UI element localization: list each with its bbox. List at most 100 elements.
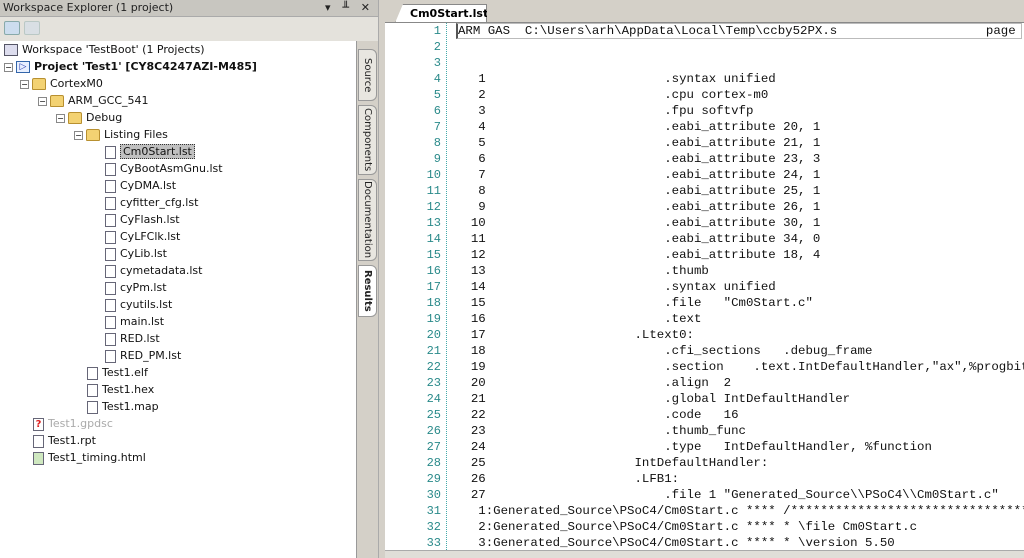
panel-titlebar: Workspace Explorer (1 project) ▾ ╨ ✕ bbox=[0, 0, 378, 17]
panel-splitter[interactable] bbox=[378, 0, 385, 558]
folder-icon bbox=[68, 112, 82, 124]
line-number: 5 bbox=[433, 88, 441, 102]
code-line: 8 .eabi_attribute 25, 1 bbox=[456, 184, 821, 198]
panel-controls[interactable]: ▾ ╨ ✕ bbox=[325, 1, 374, 14]
tree-item[interactable]: CyLib.lst bbox=[105, 245, 167, 262]
line-number: 26 bbox=[426, 424, 441, 438]
tree-item[interactable]: RED_PM.lst bbox=[105, 347, 181, 364]
workspace-tree: Workspace 'TestBoot' (1 Projects) − ▷ Proje… bbox=[0, 41, 357, 558]
code-line: 25 IntDefaultHandler: bbox=[456, 456, 769, 470]
tree-item[interactable]: − ▷ Project 'Test1' [CY8C4247AZI-M485] bbox=[4, 58, 257, 75]
code-line: 17 .Ltext0: bbox=[456, 328, 694, 342]
side-tab-documentation[interactable]: Documentation bbox=[358, 179, 377, 261]
tree-item[interactable]: − ARM_GCC_541 bbox=[38, 92, 149, 109]
code-line: 2 .cpu cortex-m0 bbox=[456, 88, 769, 102]
tree-item-label: Test1.hex bbox=[102, 383, 155, 396]
code-line: 23 .thumb_func bbox=[456, 424, 746, 438]
tree-item-label: CyLib.lst bbox=[120, 247, 167, 260]
collapse-toggle-icon[interactable]: − bbox=[20, 79, 29, 89]
line-number: 9 bbox=[433, 152, 441, 166]
tree-item[interactable]: CyBootAsmGnu.lst bbox=[105, 160, 223, 177]
tree-item-label: cymetadata.lst bbox=[120, 264, 203, 277]
code-line: ARM GAS C:\Users\arh\AppData\Local\Temp\… bbox=[456, 23, 1024, 39]
tree-item[interactable]: − Debug bbox=[56, 109, 122, 126]
collapse-all-icon[interactable] bbox=[4, 21, 20, 35]
line-number: 19 bbox=[426, 312, 441, 326]
file-icon bbox=[87, 366, 98, 380]
line-number: 12 bbox=[426, 200, 441, 214]
collapse-toggle-icon[interactable]: − bbox=[4, 62, 13, 72]
tree-item[interactable]: cymetadata.lst bbox=[105, 262, 202, 279]
collapse-toggle-icon[interactable]: − bbox=[74, 130, 83, 140]
line-number: 2 bbox=[433, 40, 441, 54]
tree-item-label: ARM_GCC_541 bbox=[68, 94, 149, 107]
code-line: 10 .eabi_attribute 30, 1 bbox=[456, 216, 821, 230]
collapse-toggle-icon[interactable]: − bbox=[38, 96, 47, 106]
tree-item[interactable]: CyFlash.lst bbox=[105, 211, 180, 228]
file-icon bbox=[105, 230, 116, 244]
code-line: 1:Generated_Source\PSoC4/Cm0Start.c ****… bbox=[478, 504, 1024, 518]
line-number: 8 bbox=[433, 136, 441, 150]
file-icon bbox=[105, 247, 116, 261]
code-line: 14 .syntax unified bbox=[456, 280, 776, 294]
code-line: 15 .file "Cm0Start.c" bbox=[456, 296, 813, 310]
code-line: 5 .eabi_attribute 21, 1 bbox=[456, 136, 821, 150]
code-line: 3:Generated_Source\PSoC4/Cm0Start.c ****… bbox=[456, 536, 895, 550]
line-number: 33 bbox=[426, 536, 441, 550]
line-number: 14 bbox=[426, 232, 441, 246]
side-tab-components[interactable]: Components bbox=[358, 105, 377, 175]
code-line: 6 .eabi_attribute 23, 3 bbox=[456, 152, 821, 166]
line-number: 22 bbox=[426, 360, 441, 374]
html-file-icon bbox=[33, 451, 44, 465]
line-number: 21 bbox=[426, 344, 441, 358]
tree-item[interactable]: Test1.map bbox=[87, 398, 159, 415]
tree-item[interactable]: RED.lst bbox=[105, 330, 160, 347]
horizontal-scrollbar[interactable] bbox=[385, 550, 1024, 558]
collapse-icon[interactable] bbox=[24, 21, 40, 35]
workspace-explorer-panel: Workspace Explorer (1 project) ▾ ╨ ✕ Wor… bbox=[0, 0, 378, 558]
side-tab-source[interactable]: Source bbox=[358, 49, 377, 101]
tree-item[interactable]: cyutils.lst bbox=[105, 296, 172, 313]
tree-item[interactable]: Test1.hex bbox=[87, 381, 154, 398]
tree-item-label: RED.lst bbox=[120, 332, 160, 345]
side-tab-results[interactable]: Results bbox=[358, 265, 377, 317]
code-line: 24 .type IntDefaultHandler, %function bbox=[456, 440, 932, 454]
folder-icon bbox=[50, 95, 64, 107]
code-view[interactable]: 1 2 3 4 5 6 7 8 9 10 11 12 13 14 15 16 17 18 19 20 21 22 23 24 2… bbox=[385, 22, 1024, 550]
tree-item[interactable]: ? Test1.gpdsc bbox=[33, 415, 113, 432]
tree-item[interactable]: cyfitter_cfg.lst bbox=[105, 194, 198, 211]
tree-item-label: Test1.gpdsc bbox=[48, 417, 113, 430]
file-icon bbox=[105, 332, 116, 346]
side-tab-strip: Source Components Documentation Results bbox=[357, 41, 378, 558]
tree-item[interactable]: CyLFClk.lst bbox=[105, 228, 180, 245]
tree-item-label: Cm0Start.lst bbox=[120, 144, 195, 159]
tree-item-label: RED_PM.lst bbox=[120, 349, 182, 362]
tree-item[interactable]: main.lst bbox=[105, 313, 164, 330]
tree-item[interactable]: Test1.rpt bbox=[33, 432, 96, 449]
code-line: 9 .eabi_attribute 26, 1 bbox=[456, 200, 821, 214]
code-line: 27 .file 1 "Generated_Source\\PSoC4\\Cm0… bbox=[456, 488, 999, 502]
file-icon bbox=[105, 281, 116, 295]
line-number: 27 bbox=[426, 440, 441, 454]
file-icon bbox=[105, 213, 116, 227]
tab-cm0start-lst[interactable]: Cm0Start.lst bbox=[395, 4, 487, 23]
file-icon bbox=[105, 145, 116, 159]
tree-item[interactable]: cyPm.lst bbox=[105, 279, 167, 296]
tree-item[interactable]: − CortexM0 bbox=[20, 75, 103, 92]
code-line: 7 .eabi_attribute 24, 1 bbox=[456, 168, 821, 182]
collapse-toggle-icon[interactable]: − bbox=[56, 113, 65, 123]
tree-item[interactable]: Cm0Start.lst bbox=[105, 143, 195, 160]
line-number: 3 bbox=[433, 56, 441, 70]
tree-item[interactable]: − Listing Files bbox=[74, 126, 168, 143]
tree-item-label: main.lst bbox=[120, 315, 165, 328]
tree-item-label: Workspace 'TestBoot' (1 Projects) bbox=[22, 43, 205, 56]
tree-item-label: cyutils.lst bbox=[120, 298, 173, 311]
tree-item[interactable]: Test1.elf bbox=[87, 364, 148, 381]
tree-item[interactable]: Test1_timing.html bbox=[33, 449, 146, 466]
tree-item[interactable]: CyDMA.lst bbox=[105, 177, 176, 194]
missing-file-icon: ? bbox=[33, 417, 44, 431]
code-line: 18 .cfi_sections .debug_frame bbox=[456, 344, 873, 358]
tree-item[interactable]: Workspace 'TestBoot' (1 Projects) bbox=[4, 41, 205, 58]
tree-item-label: cyfitter_cfg.lst bbox=[120, 196, 199, 209]
tree-item-label: Listing Files bbox=[104, 128, 168, 141]
